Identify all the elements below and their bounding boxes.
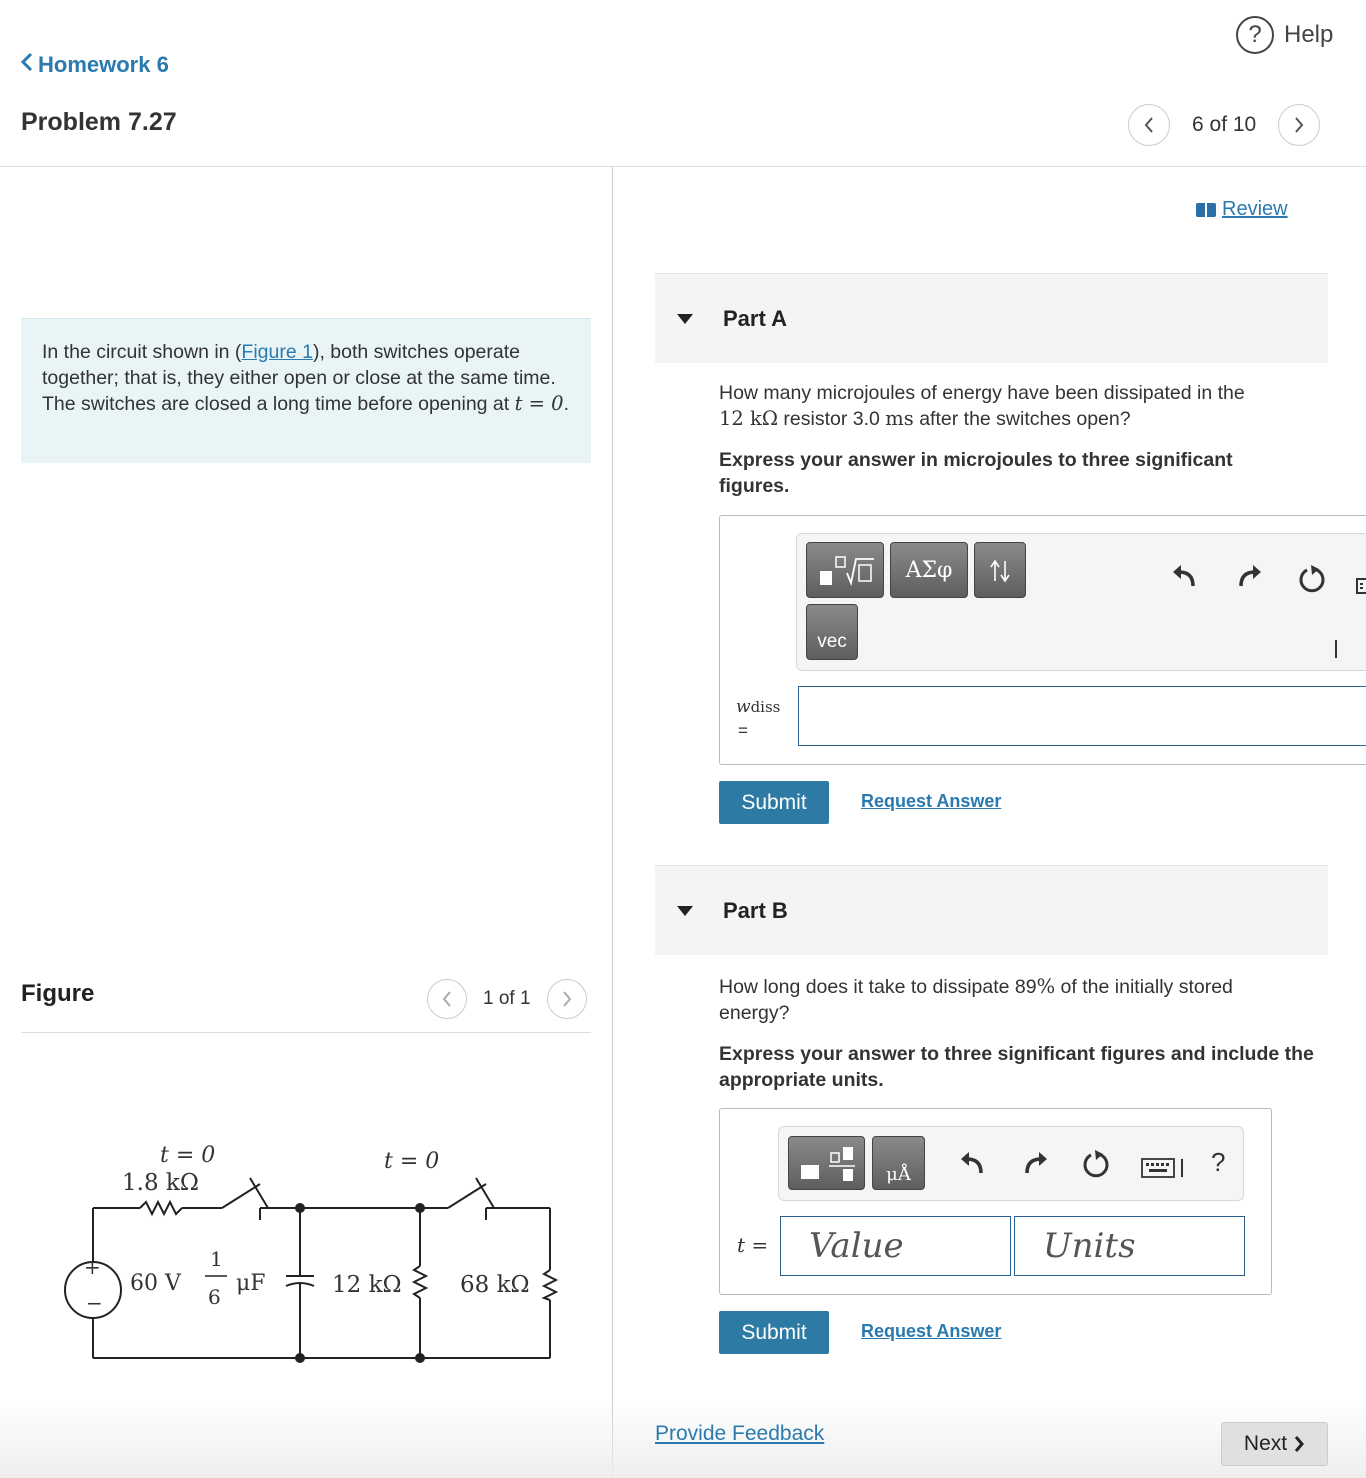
book-icon	[1196, 202, 1216, 217]
back-to-homework-link[interactable]: Homework 6	[20, 52, 169, 78]
chevron-right-icon	[1294, 1436, 1305, 1452]
figure-divider	[21, 1032, 591, 1033]
next-label: Next	[1243, 1432, 1288, 1455]
part-a-request-answer-link[interactable]: Request Answer	[861, 791, 1001, 812]
up-down-arrows-icon	[990, 559, 1010, 583]
r2-label: 12 kΩ	[332, 1272, 402, 1298]
part-b-toolbar: μÅ ?	[778, 1126, 1244, 1201]
header-divider	[0, 166, 1366, 167]
greek-symbols-button[interactable]: ΑΣφ	[890, 542, 968, 598]
circuit-diagram: t = 0 1.8 kΩ t = 0 60 V 1 6 μF 12 kΩ 68 …	[64, 1143, 559, 1363]
r1-label: 1.8 kΩ	[122, 1170, 199, 1196]
part-b-label: Part B	[723, 897, 788, 923]
part-a-submit-button[interactable]: Submit	[719, 781, 829, 824]
t-label: t =	[737, 1233, 769, 1257]
chevron-left-icon	[20, 52, 34, 78]
part-a-header[interactable]: Part A	[655, 273, 1328, 363]
templates-button[interactable]	[788, 1136, 865, 1190]
reset-icon[interactable]	[1081, 1149, 1111, 1186]
text-cursor	[1335, 640, 1337, 658]
collapse-triangle-icon	[677, 905, 693, 916]
provide-feedback-link[interactable]: Provide Feedback	[655, 1422, 824, 1446]
cap-numerator: 1	[210, 1247, 223, 1271]
figure-title: Figure	[21, 980, 95, 1007]
switch2-time-label: t = 0	[384, 1149, 439, 1174]
redo-icon[interactable]	[1021, 1149, 1051, 1186]
chevron-left-icon	[1144, 117, 1153, 133]
switch1-time-label: t = 0	[160, 1143, 215, 1168]
next-problem-button[interactable]	[1278, 104, 1321, 146]
reset-icon[interactable]	[1297, 564, 1327, 601]
problem-title: Problem 7.27	[21, 108, 177, 136]
arrows-button[interactable]	[974, 542, 1026, 598]
part-a-toolbar: ΑΣφ vec	[796, 533, 1366, 671]
back-label: Homework 6	[38, 52, 169, 77]
next-figure-button[interactable]	[546, 979, 587, 1019]
review-link[interactable]: Review	[1196, 198, 1288, 221]
part-a-label: Part A	[723, 305, 787, 331]
part-b-question: How long does it take to dissipate 89% o…	[719, 975, 1233, 1024]
templates-icon	[820, 556, 874, 587]
intro-math: t = 0	[514, 392, 564, 415]
source-minus: −	[86, 1291, 103, 1315]
help-button[interactable]: ? Help	[1236, 16, 1333, 54]
chevron-right-icon	[562, 991, 571, 1007]
figure-link[interactable]: Figure 1	[241, 341, 313, 363]
value-input[interactable]: Value	[780, 1216, 1011, 1276]
problem-intro: In the circuit shown in (Figure 1), both…	[21, 318, 591, 463]
chevron-left-icon	[442, 991, 451, 1007]
prev-problem-button[interactable]	[1128, 104, 1170, 146]
cap-denominator: 6	[208, 1285, 221, 1309]
collapse-triangle-icon	[677, 313, 693, 324]
problem-pager: 6 of 10	[1128, 104, 1321, 146]
source-plus: +	[84, 1255, 101, 1279]
figure-pager-text: 1 of 1	[483, 988, 531, 1009]
part-b-request-answer-link[interactable]: Request Answer	[861, 1321, 1001, 1342]
figure-pager: 1 of 1	[427, 979, 587, 1019]
help-label: Help	[1284, 21, 1334, 48]
w-diss-input[interactable]	[798, 686, 1366, 746]
pane-divider	[612, 167, 613, 1478]
help-question-button[interactable]: ?	[1211, 1147, 1225, 1178]
redo-icon[interactable]	[1235, 562, 1265, 599]
part-a-instruction: Express your answer in microjoules to th…	[719, 449, 1233, 497]
part-b-header[interactable]: Part B	[655, 865, 1328, 955]
problem-pager-text: 6 of 10	[1192, 113, 1257, 136]
help-icon: ?	[1236, 16, 1274, 54]
w-diss-label: wdiss =	[736, 697, 781, 740]
review-label: Review	[1222, 198, 1288, 220]
keyboard-icon[interactable]	[1355, 572, 1366, 604]
part-a-question: How many microjoules of energy have been…	[719, 382, 1245, 430]
prev-figure-button[interactable]	[427, 979, 467, 1019]
cap-unit-label: μF	[236, 1271, 266, 1296]
undo-icon[interactable]	[1169, 562, 1199, 599]
undo-icon[interactable]	[957, 1149, 987, 1186]
r3-label: 68 kΩ	[460, 1272, 530, 1298]
chevron-right-icon	[1295, 117, 1304, 133]
keyboard-icon[interactable]	[1141, 1155, 1185, 1187]
templates-button[interactable]	[806, 542, 884, 598]
units-button[interactable]: μÅ	[872, 1136, 925, 1190]
part-b-submit-button[interactable]: Submit	[719, 1311, 829, 1354]
source-label: 60 V	[130, 1271, 182, 1296]
units-input[interactable]: Units	[1014, 1216, 1245, 1276]
part-b-instruction: Express your answer to three significant…	[719, 1043, 1314, 1091]
next-button[interactable]: Next	[1221, 1422, 1328, 1466]
templates-icon	[800, 1147, 855, 1181]
vector-button[interactable]: vec	[806, 604, 858, 660]
